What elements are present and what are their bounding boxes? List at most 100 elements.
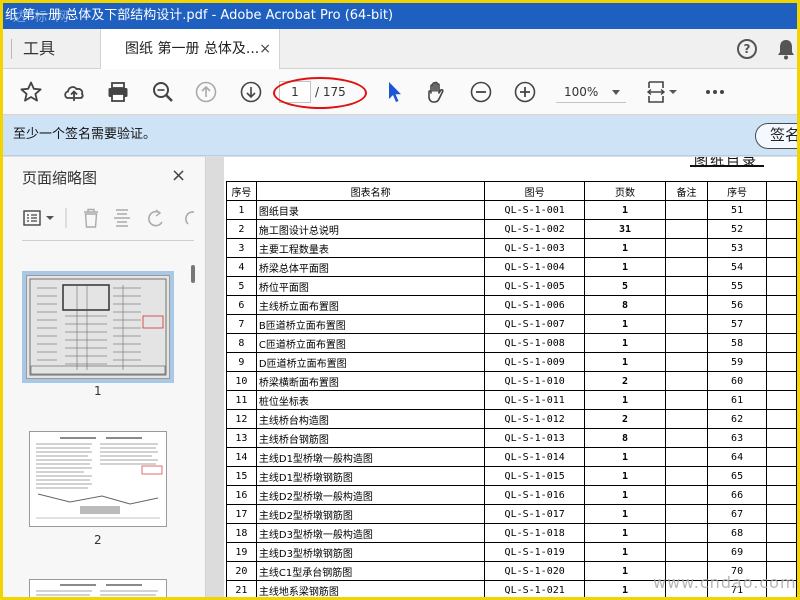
row-remark [665, 390, 708, 410]
page-header-underline [690, 165, 764, 167]
row-page-count: 1 [583, 314, 667, 334]
row-drawing-code: QL-S-1-019 [484, 542, 585, 562]
row-number: 19 [226, 542, 257, 562]
row-number-right: 54 [706, 257, 768, 277]
table-row: 10 桥梁横断面布置图 QL-S-1-010 2 60 [226, 371, 797, 391]
row-page-count: 2 [583, 371, 667, 391]
print-icon[interactable] [106, 80, 130, 104]
row-drawing-code: QL-S-1-011 [484, 390, 585, 410]
tab-bar: 工具 图纸 第一册 总体及... × ? [3, 29, 797, 70]
row-extra [766, 200, 797, 220]
zoom-search-icon[interactable] [151, 80, 175, 104]
zoom-value: 100% [564, 85, 599, 99]
table-row: 17 主线D2型桥墩钢筋图 QL-S-1-017 1 67 [226, 504, 797, 524]
table-row: 15 主线D1型桥墩钢筋图 QL-S-1-015 1 65 [226, 466, 797, 486]
row-extra [766, 276, 797, 296]
table-row: 18 主线D3型桥墩一般构造图 QL-S-1-018 1 68 [226, 523, 797, 543]
row-remark [665, 485, 708, 505]
zoom-out-icon[interactable] [469, 80, 493, 104]
row-title: 施工图设计总说明 [255, 219, 486, 239]
row-drawing-code: QL-S-1-012 [484, 409, 585, 429]
row-drawing-code: QL-S-1-001 [484, 200, 585, 220]
row-drawing-code: QL-S-1-013 [484, 428, 585, 448]
col-header-name: 图表名称 [255, 181, 486, 201]
table-row: 8 C匝道桥立面布置图 QL-S-1-008 1 58 [226, 333, 797, 353]
row-title: 桩位坐标表 [255, 390, 486, 410]
table-row: 6 主线桥立面布置图 QL-S-1-006 8 56 [226, 295, 797, 315]
star-icon[interactable] [19, 80, 43, 104]
document-view[interactable]: 图纸目录 序号 图表名称 图号 页数 备注 序号 1 图纸目录 QL-S-1-0… [207, 157, 797, 597]
table-row: 1 图纸目录 QL-S-1-001 1 51 [226, 200, 797, 220]
row-drawing-code: QL-S-1-003 [484, 238, 585, 258]
thumbnail-page-2[interactable] [29, 431, 167, 527]
row-title: 图纸目录 [255, 200, 486, 220]
row-number: 5 [226, 276, 257, 296]
row-remark [665, 371, 708, 391]
col-header-remark: 备注 [665, 181, 708, 201]
thumbnail-page-1[interactable] [26, 275, 170, 379]
row-drawing-code: QL-S-1-007 [484, 314, 585, 334]
row-number: 16 [226, 485, 257, 505]
row-extra [766, 314, 797, 334]
row-title: 主线D1型桥墩一般构造图 [255, 447, 486, 467]
table-row: 3 主要工程数量表 QL-S-1-003 1 53 [226, 238, 797, 258]
col-header-code: 图号 [484, 181, 585, 201]
table-header-row: 序号 图表名称 图号 页数 备注 序号 [226, 181, 797, 201]
row-extra [766, 333, 797, 353]
row-remark [665, 428, 708, 448]
extract-page-icon[interactable] [114, 209, 130, 227]
rotate-right-icon[interactable] [184, 211, 195, 225]
options-menu-icon[interactable] [23, 210, 54, 226]
fit-page-icon[interactable] [645, 80, 679, 104]
row-number: 7 [226, 314, 257, 334]
row-extra [766, 238, 797, 258]
bell-icon[interactable] [777, 38, 795, 64]
zoom-in-icon[interactable] [513, 80, 537, 104]
row-number: 12 [226, 409, 257, 429]
tab-tools[interactable]: 工具 [23, 29, 55, 69]
row-page-count: 2 [583, 409, 667, 429]
row-number: 6 [226, 295, 257, 315]
upload-icon[interactable] [62, 80, 86, 104]
row-page-count: 1 [583, 333, 667, 353]
help-icon[interactable]: ? [737, 39, 757, 59]
table-row: 12 主线桥台构造图 QL-S-1-012 2 62 [226, 409, 797, 429]
row-number-right: 64 [706, 447, 768, 467]
row-number-right: 66 [706, 485, 768, 505]
row-extra [766, 542, 797, 562]
hand-icon[interactable] [424, 80, 448, 104]
row-page-count: 8 [583, 428, 667, 448]
trash-icon[interactable] [84, 208, 98, 228]
row-number: 20 [226, 561, 257, 581]
scrollbar-thumb[interactable] [191, 265, 195, 283]
close-tab-icon[interactable]: × [259, 29, 271, 69]
page-down-icon[interactable] [239, 80, 263, 104]
row-title: 主线桥立面布置图 [255, 295, 486, 315]
row-remark [665, 352, 708, 372]
more-icon[interactable] [703, 80, 727, 104]
row-number-right: 61 [706, 390, 768, 410]
close-pane-icon[interactable]: × [171, 165, 186, 186]
row-number: 4 [226, 257, 257, 277]
thumbnail-scrollbar[interactable] [188, 249, 198, 597]
col-header-no: 序号 [226, 181, 257, 201]
row-drawing-code: QL-S-1-009 [484, 352, 585, 372]
row-page-count: 1 [583, 257, 667, 277]
row-title: 主线桥台钢筋图 [255, 428, 486, 448]
zoom-select[interactable]: 100% [556, 81, 626, 103]
app-frame: 纸 第一册 总体及下部结构设计.pdf - Adobe Acrobat Pro … [0, 0, 800, 600]
rotate-left-icon[interactable] [148, 209, 163, 227]
row-page-count: 1 [583, 485, 667, 505]
row-page-count: 1 [583, 447, 667, 467]
row-page-count: 1 [583, 523, 667, 543]
thumbnail-page-3[interactable] [29, 579, 167, 597]
signature-panel-button[interactable]: 签名 [755, 123, 797, 149]
row-drawing-code: QL-S-1-014 [484, 447, 585, 467]
select-arrow-icon[interactable] [383, 80, 407, 104]
row-title: B匝道桥立面布置图 [255, 314, 486, 334]
row-page-count: 5 [583, 276, 667, 296]
page-up-icon[interactable] [194, 80, 218, 104]
tab-document[interactable]: 图纸 第一册 总体及... × [100, 29, 280, 70]
row-number: 13 [226, 428, 257, 448]
row-title: D匝道桥立面布置图 [255, 352, 486, 372]
